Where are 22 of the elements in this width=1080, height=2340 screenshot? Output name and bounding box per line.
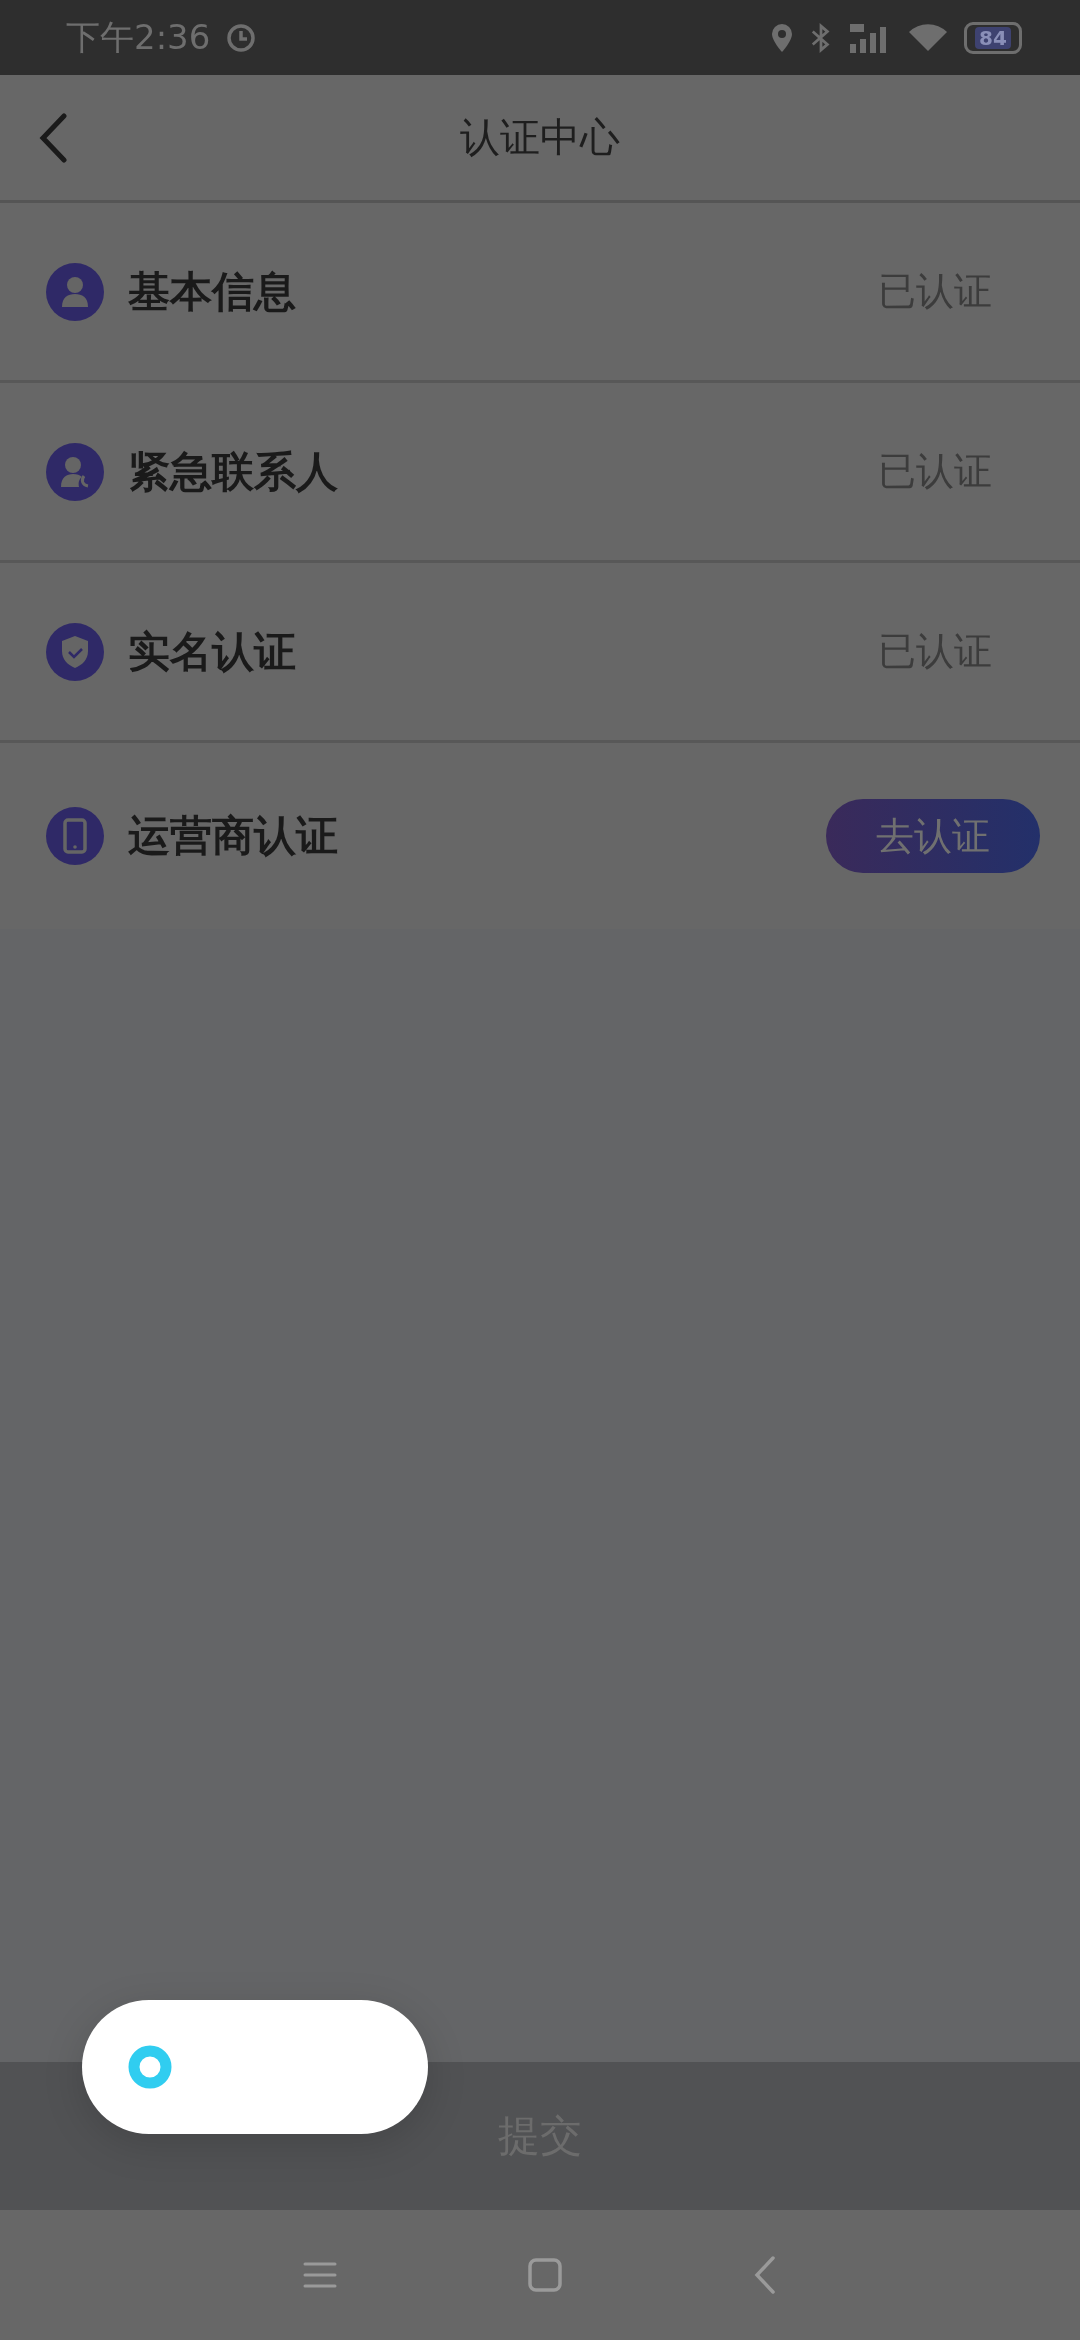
phone-icon bbox=[46, 807, 104, 865]
page-title: 认证中心 bbox=[460, 113, 620, 162]
item-title: 运营商认证 bbox=[128, 810, 339, 862]
back-icon[interactable] bbox=[753, 2255, 777, 2295]
back-icon[interactable] bbox=[38, 113, 68, 163]
menu-icon[interactable] bbox=[303, 2260, 337, 2290]
person-icon bbox=[46, 262, 104, 321]
bluetooth-icon bbox=[810, 21, 832, 54]
item-title: 实名认证 bbox=[128, 625, 297, 678]
loading-icon bbox=[128, 2045, 172, 2089]
home-icon[interactable] bbox=[527, 2257, 563, 2293]
person-phone-icon bbox=[46, 442, 104, 501]
wifi-icon bbox=[908, 22, 948, 53]
clock-icon bbox=[226, 22, 257, 53]
verify-button[interactable]: 去认证 bbox=[826, 799, 1040, 873]
location-icon bbox=[770, 22, 794, 53]
status-time: 下午2:36 bbox=[66, 15, 211, 59]
shield-check-icon bbox=[46, 622, 104, 681]
item-title: 基本信息 bbox=[128, 265, 297, 318]
list-item[interactable]: 运营商认证 去认证 bbox=[0, 743, 1080, 929]
item-title: 紧急联系人 bbox=[128, 445, 339, 498]
battery-level: 84 bbox=[975, 26, 1011, 49]
